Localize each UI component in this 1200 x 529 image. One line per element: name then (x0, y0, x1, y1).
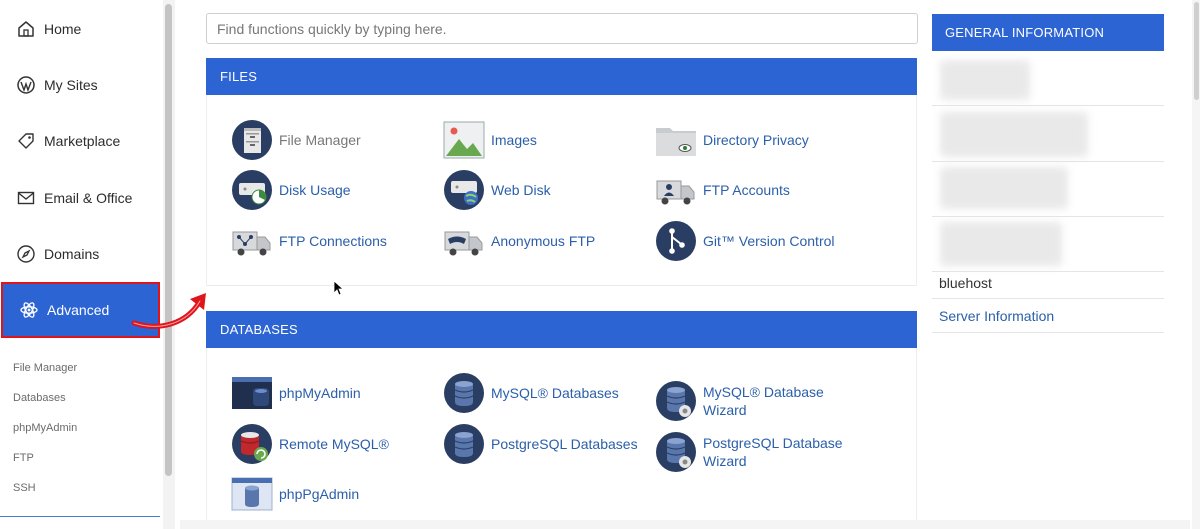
web-disk-icon (444, 170, 484, 210)
tool-images[interactable]: Images (443, 119, 537, 161)
blurred-info-value (940, 112, 1088, 157)
tool-web-disk[interactable]: Web Disk (443, 169, 551, 211)
tag-icon (16, 131, 36, 151)
sidebar-subitem-file-manager[interactable]: File Manager (13, 362, 77, 374)
disk-usage-icon (232, 170, 272, 210)
sidebar-item-label: Home (44, 21, 82, 37)
tool-disk-usage[interactable]: Disk Usage (231, 169, 351, 211)
sidebar-subitem-ssh[interactable]: SSH (13, 482, 36, 494)
wordpress-icon (16, 75, 36, 95)
tool-mysql-database-wizard[interactable]: MySQL® Database Wizard (655, 380, 824, 422)
tool-ftp-connections[interactable]: FTP Connections (231, 220, 387, 262)
sidebar-item-email-office[interactable]: Email & Office (0, 170, 160, 226)
info-row-divider (932, 216, 1164, 217)
phppgadmin-icon (231, 477, 273, 511)
databases-panel-header[interactable]: DATABASES (206, 311, 917, 348)
file-cabinet-icon (232, 120, 272, 160)
sidebar-item-label: Domains (44, 246, 100, 262)
server-information-link[interactable]: Server Information (939, 308, 1054, 324)
tool-postgresql-databases[interactable]: PostgreSQL Databases (443, 423, 638, 465)
page-bottom-edge (180, 520, 1190, 529)
info-row-divider (932, 161, 1164, 162)
general-information-header[interactable]: GENERAL INFORMATION (932, 14, 1164, 51)
sidebar-item-label: Advanced (47, 302, 110, 318)
tool-ftp-accounts[interactable]: FTP Accounts (655, 169, 790, 211)
sidebar-subitem-phpmyadmin[interactable]: phpMyAdmin (13, 422, 77, 434)
tool-label-line1: PostgreSQL Database (703, 435, 843, 451)
postgres-wizard-icon (656, 432, 696, 472)
cpanel-app: Home My Sites Marketplace Email & Office… (0, 0, 1200, 529)
ftp-truck-mask-icon (444, 231, 483, 256)
database-wizard-icon (656, 381, 696, 421)
info-row-divider (932, 271, 1164, 272)
files-panel-header[interactable]: FILES (206, 58, 917, 95)
image-icon (443, 121, 485, 159)
atom-icon (19, 300, 39, 320)
mouse-cursor-icon (333, 280, 343, 296)
tool-file-manager[interactable]: File Manager (231, 119, 361, 161)
tool-label-line2: Wizard (703, 453, 747, 469)
sidebar-divider (0, 516, 160, 517)
tool-label-line1: MySQL® Database (703, 384, 824, 400)
blurred-info-value (940, 60, 1030, 100)
tool-phppgadmin[interactable]: phpPgAdmin (231, 473, 359, 515)
home-icon (16, 19, 36, 39)
folder-eye-icon (656, 128, 696, 156)
postgres-database-icon (444, 424, 484, 464)
sidebar-scrollbar-thumb[interactable] (165, 4, 172, 476)
blurred-info-value (940, 222, 1062, 266)
files-panel-divider (206, 285, 917, 286)
sidebar-item-home[interactable]: Home (0, 1, 160, 57)
page-scrollbar-thumb[interactable] (1194, 2, 1199, 100)
sidebar-item-label: Email & Office (44, 190, 133, 206)
envelope-icon (16, 188, 36, 208)
hosting-provider-value: bluehost (939, 275, 992, 291)
tool-mysql-databases[interactable]: MySQL® Databases (443, 372, 619, 414)
database-icon (444, 373, 484, 413)
sidebar-item-label: Marketplace (44, 133, 121, 149)
remote-database-icon (232, 424, 272, 464)
tool-git-version-control[interactable]: Git™ Version Control (655, 220, 835, 262)
sidebar-item-domains[interactable]: Domains (0, 226, 160, 282)
tool-phpmyadmin[interactable]: phpMyAdmin (231, 372, 361, 414)
sidebar: Home My Sites Marketplace Email & Office… (0, 0, 162, 529)
ftp-truck-user-icon (656, 180, 695, 205)
git-icon (656, 221, 696, 261)
blurred-info-value (940, 167, 1068, 209)
tool-directory-privacy[interactable]: Directory Privacy (655, 119, 809, 161)
annotation-arrow-icon (131, 293, 206, 329)
compass-icon (16, 244, 36, 264)
tool-remote-mysql[interactable]: Remote MySQL® (231, 423, 389, 465)
info-row-divider (932, 105, 1164, 106)
phpmyadmin-icon (232, 377, 272, 409)
info-row-divider (932, 298, 1164, 299)
tool-postgresql-database-wizard[interactable]: PostgreSQL Database Wizard (655, 431, 843, 473)
info-row-divider (932, 332, 1164, 333)
ftp-truck-network-icon (232, 231, 271, 256)
function-search-input[interactable] (206, 13, 918, 44)
tool-anonymous-ftp[interactable]: Anonymous FTP (443, 220, 595, 262)
sidebar-item-my-sites[interactable]: My Sites (0, 57, 160, 113)
sidebar-item-label: My Sites (44, 77, 98, 93)
sidebar-subitem-databases[interactable]: Databases (13, 392, 66, 404)
tool-label-line2: Wizard (703, 402, 747, 418)
sidebar-item-marketplace[interactable]: Marketplace (0, 113, 160, 169)
sidebar-subitem-ftp[interactable]: FTP (13, 452, 34, 464)
